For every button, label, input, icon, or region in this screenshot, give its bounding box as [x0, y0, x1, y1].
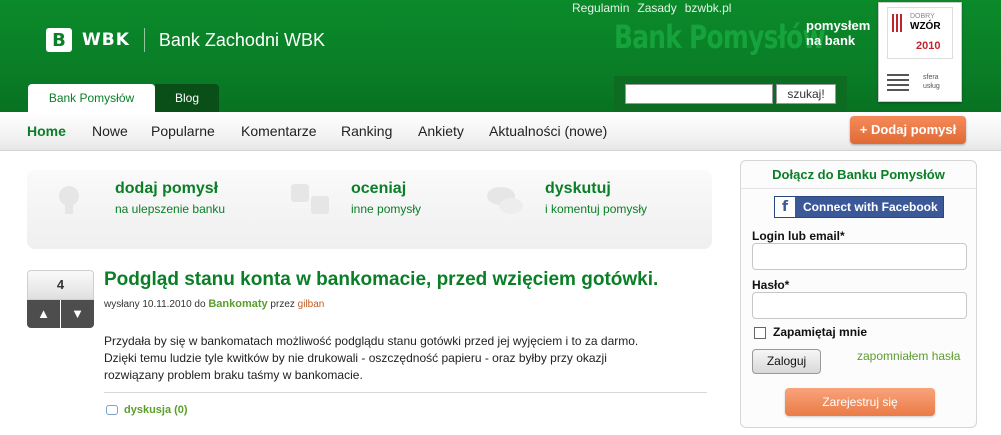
search-bar: szukaj!: [614, 76, 847, 112]
login-button[interactable]: Zaloguj: [752, 349, 821, 374]
vote-up-button[interactable]: ▲: [27, 300, 60, 328]
discussion-label: dyskusja (0): [124, 404, 188, 416]
register-button[interactable]: Zarejestruj się: [785, 388, 935, 416]
nav-ankiety[interactable]: Ankiety: [418, 123, 464, 139]
post-divider: [104, 392, 707, 393]
feature-title: oceniaj: [351, 180, 407, 197]
password-label: Hasło*: [752, 278, 790, 292]
bank-logo[interactable]: B WBK Bank Zachodni WBK: [46, 28, 325, 52]
logo-divider: [143, 28, 145, 52]
facebook-icon: f: [775, 197, 795, 217]
facebook-button-label: Connect with Facebook: [803, 200, 938, 214]
brand-title: Bank Pomysłów: [614, 18, 826, 56]
logo-wordmark: WBK: [82, 30, 130, 50]
feature-strip: dodaj pomysł na ulepszenie banku oceniaj…: [27, 170, 712, 249]
search-button[interactable]: szukaj!: [776, 84, 836, 104]
login-divider: [741, 188, 976, 189]
facebook-connect-button[interactable]: f Connect with Facebook: [774, 196, 944, 218]
vote-icon: [291, 184, 329, 214]
email-label: Login lub email*: [752, 229, 845, 243]
tab-blog[interactable]: Blog: [155, 84, 219, 112]
arrow-up-icon: ▲: [37, 306, 50, 321]
post-category[interactable]: Bankomaty: [208, 298, 267, 310]
vote-box: 4 ▲ ▼: [27, 270, 94, 328]
vote-count: 4: [27, 270, 94, 300]
bank-name: Bank Zachodni WBK: [158, 29, 325, 50]
add-idea-button[interactable]: + Dodaj pomysł: [850, 116, 966, 144]
wbk-logo-icon: B: [46, 28, 72, 52]
login-title: Dołącz do Banku Pomysłów: [772, 167, 945, 182]
award-sfera-1: sfera: [923, 74, 939, 81]
forgot-password-link[interactable]: zapomniałem hasła: [857, 349, 960, 363]
post-title[interactable]: Podgląd stanu konta w bankomacie, przed …: [104, 269, 658, 291]
award-badge: DOBRY WZÓR 2010 sfera usług: [878, 2, 962, 102]
nav-nowe[interactable]: Nowe: [92, 123, 128, 139]
nav-ranking[interactable]: Ranking: [341, 123, 392, 139]
feature-title: dodaj pomysł: [115, 180, 219, 197]
arrow-down-icon: ▼: [71, 306, 84, 321]
password-field[interactable]: [752, 292, 967, 319]
award-year: 2010: [916, 40, 941, 52]
award-frame: DOBRY WZÓR 2010: [887, 7, 953, 59]
feature-title: dyskutuj: [545, 180, 611, 197]
award-sfera: sfera usług: [923, 73, 940, 91]
slogan-line-2: na bank: [806, 33, 856, 48]
top-links: Regulamin Zasady bzwbk.pl: [572, 1, 731, 15]
remember-me-label[interactable]: Zapamiętaj mnie: [773, 325, 867, 339]
vote-down-button[interactable]: ▼: [61, 300, 94, 328]
site-header: B WBK Bank Zachodni WBK Regulamin Zasady…: [0, 0, 1001, 112]
link-zasady[interactable]: Zasady: [637, 1, 676, 15]
post-meta: wysłany 10.11.2010 do Bankomaty przez gi…: [104, 298, 324, 310]
award-wzor: WZÓR: [910, 21, 941, 32]
login-panel: Dołącz do Banku Pomysłów f Connect with …: [740, 160, 977, 428]
award-bars-icon: [892, 14, 902, 32]
post-body-line: rozwiązany problem braku taśmy w bankoma…: [104, 368, 363, 382]
award-sfera-2: usług: [923, 83, 940, 90]
main-nav: Home Nowe Popularne Komentarze Ranking A…: [0, 112, 1001, 151]
lightbulb-icon: [59, 186, 79, 214]
remember-me-checkbox[interactable]: [754, 327, 766, 339]
post-body-line: Dzięki temu ludzie tyle kwitków by nie d…: [104, 351, 607, 365]
tab-bank-pomyslow[interactable]: Bank Pomysłów: [28, 84, 155, 112]
email-field[interactable]: [752, 243, 967, 270]
feature-subtitle: i komentuj pomysły: [545, 202, 648, 216]
award-grid-icon: [887, 73, 909, 91]
nav-aktualnosci[interactable]: Aktualności (nowe): [489, 123, 607, 139]
search-input[interactable]: [625, 84, 773, 104]
post-body-line: Przydała by się w bankomatach możliwość …: [104, 334, 639, 348]
feature-subtitle: inne pomysły: [351, 202, 422, 216]
nav-komentarze[interactable]: Komentarze: [241, 123, 316, 139]
post-by: przez: [270, 299, 295, 310]
nav-popularne[interactable]: Popularne: [151, 123, 215, 139]
post-body: Przydała by się w bankomatach możliwość …: [104, 333, 664, 384]
link-regulamin[interactable]: Regulamin: [572, 1, 629, 15]
chat-icon: [487, 187, 523, 214]
slogan-line-1: pomysłem: [806, 18, 871, 33]
brand-slogan: pomysłem na bank: [806, 18, 870, 48]
award-dobry: DOBRY: [910, 13, 935, 20]
comment-bubble-icon: [106, 405, 118, 415]
nav-home[interactable]: Home: [27, 123, 66, 139]
post-author[interactable]: gilban: [298, 299, 325, 310]
post-date: wysłany 10.11.2010 do: [104, 299, 206, 310]
discussion-link[interactable]: dyskusja (0): [106, 404, 188, 416]
feature-subtitle: na ulepszenie banku: [115, 202, 226, 216]
link-bzwbk[interactable]: bzwbk.pl: [685, 1, 732, 15]
